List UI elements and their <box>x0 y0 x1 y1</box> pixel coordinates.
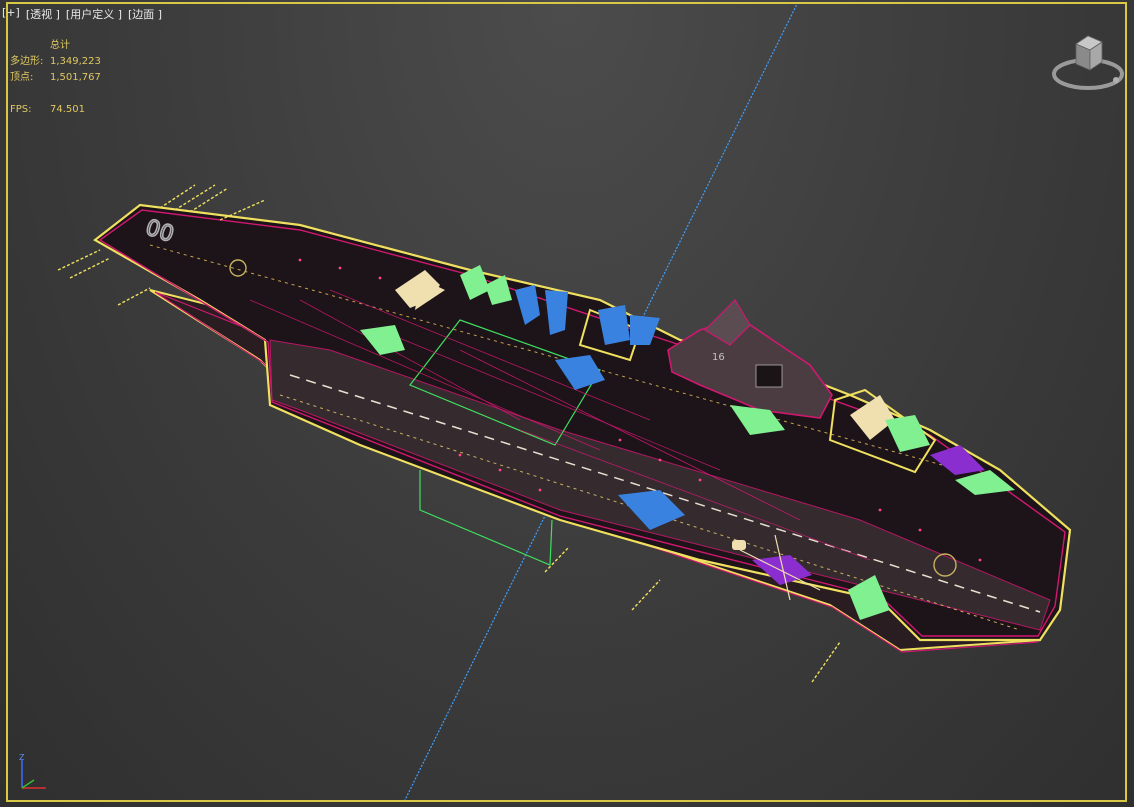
viewcube-icon[interactable] <box>1048 28 1128 98</box>
stats-polygons-label: 多边形: <box>10 56 44 67</box>
axis-tripod-icon: Z <box>19 753 46 789</box>
perspective-viewport[interactable]: 00 16 [+] [透视] [用户定义] [边面] 总计 多边形: 1,… <box>0 0 1134 807</box>
viewport-shading-menu[interactable]: [边面 ] <box>128 6 162 22</box>
axis-z-label: Z <box>19 753 25 762</box>
viewport-mode-menu[interactable]: [用户定义 ] <box>66 6 122 22</box>
stats-polygons-value: 1,349,223 <box>50 56 101 67</box>
stats-header: 总计 <box>50 40 70 51</box>
viewport-labels: [+] [透视 ] [用户定义 ] [边面 ] <box>2 6 162 22</box>
viewport-view-menu[interactable]: [透视 ] <box>26 6 60 22</box>
stats-vertices-value: 1,501,767 <box>50 72 101 83</box>
island-number: 16 <box>712 352 725 363</box>
stats-fps-label: FPS: <box>10 104 32 115</box>
stats-fps-value: 74.501 <box>50 104 85 115</box>
island-window-grid <box>755 364 783 388</box>
stats-vertices-row: 顶点: 1,501,767 <box>10 70 101 86</box>
stats-polygons-row: 多边形: 1,349,223 <box>10 54 101 70</box>
stats-vertices-label: 顶点: <box>10 72 34 83</box>
scene-canvas[interactable]: 00 16 <box>0 0 1134 807</box>
viewport-statistics: 总计 多边形: 1,349,223 顶点: 1,501,767 FPS: 74.… <box>10 38 101 118</box>
stats-fps-row: FPS: 74.501 <box>10 102 101 118</box>
viewport-plus-menu[interactable]: [+] <box>2 6 20 22</box>
